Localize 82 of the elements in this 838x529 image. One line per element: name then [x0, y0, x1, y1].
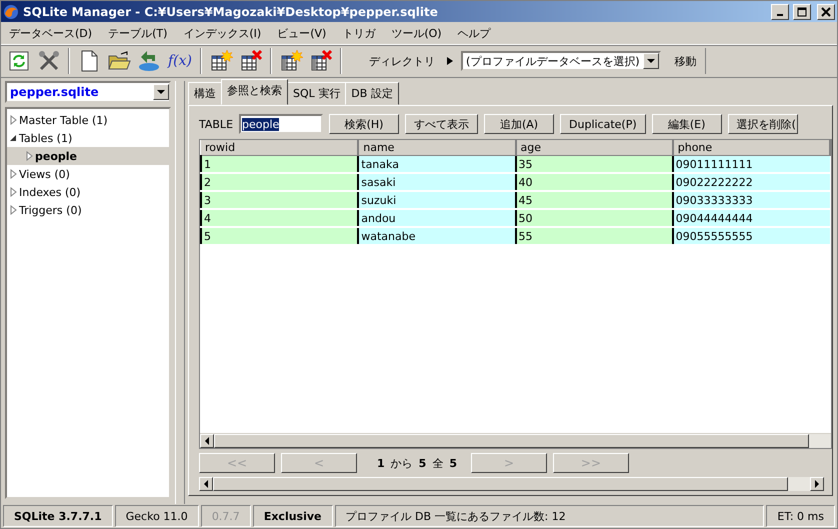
dropdown-arrow-icon[interactable] [157, 90, 165, 94]
table-cell: sasaki [358, 173, 516, 191]
menu-item[interactable]: ヘルプ [450, 26, 499, 40]
page-from: 1 [377, 456, 385, 470]
table-cell: watanabe [358, 227, 516, 245]
page-total-word: 全 [432, 456, 444, 470]
table-cell: tanaka [358, 156, 516, 173]
tab[interactable]: 参照と検索 [221, 79, 288, 105]
menu-item[interactable]: トリガ [334, 26, 384, 40]
status-text: ET: 0 ms [766, 505, 835, 527]
table-cell: suzuki [358, 191, 516, 209]
column-header[interactable]: rowid [201, 140, 358, 156]
tree-item[interactable]: Master Table (1) [7, 111, 169, 129]
action-button[interactable]: 編集(E) [652, 114, 722, 134]
maximize-icon[interactable] [797, 6, 807, 16]
left-arrow-icon[interactable] [204, 480, 208, 488]
column-header[interactable]: age [516, 140, 673, 156]
go-button[interactable]: 移動 [666, 48, 706, 74]
action-button[interactable]: 検索(H) [329, 114, 400, 134]
table-cell: 55 [516, 227, 673, 245]
menu-item[interactable]: インデックス(I) [175, 26, 270, 40]
status-text: Exclusive [252, 505, 332, 527]
table-cell: 40 [516, 173, 673, 191]
action-button[interactable]: 選択を削除( [728, 114, 798, 134]
tree-item[interactable]: Triggers (0) [7, 201, 169, 219]
tree-item[interactable]: people [7, 147, 169, 165]
table-cell: 4 [201, 209, 358, 227]
menu-item[interactable]: ツール(O) [383, 26, 450, 40]
minimize-button[interactable] [771, 4, 789, 20]
function-icon[interactable]: f(x) [165, 53, 196, 69]
expanded-triangle-icon[interactable] [9, 133, 17, 143]
page-from-word: から [390, 456, 413, 470]
maximize-button[interactable] [793, 4, 811, 20]
table-cell: 09022222222 [672, 173, 830, 191]
status-text: 0.7.7 [200, 505, 251, 527]
close-button[interactable] [817, 4, 835, 20]
action-button[interactable]: 追加(A) [484, 114, 554, 134]
tab[interactable]: DB 設定 [345, 82, 399, 105]
right-triangle-icon[interactable] [447, 57, 454, 65]
horizontal-scrollbar[interactable] [199, 476, 824, 491]
database-select[interactable]: pepper.sqlite [5, 81, 171, 103]
table-cell: 09011111111 [672, 156, 830, 173]
close-icon[interactable] [821, 6, 831, 16]
table-cell: 09033333333 [672, 191, 830, 209]
table-cell: 2 [201, 173, 358, 191]
tree-item[interactable]: Views (0) [7, 165, 169, 183]
table-cell: 35 [516, 156, 673, 173]
fox-globe-icon [3, 4, 19, 20]
table-cell: 3 [201, 191, 358, 209]
table-cell: 09055555555 [672, 227, 830, 245]
status-text: Gecko 11.0 [114, 505, 199, 527]
table-field[interactable]: people [239, 114, 324, 134]
table-label: TABLE [199, 118, 234, 130]
table-cell: 45 [516, 191, 673, 209]
table-cell: andou [358, 209, 516, 227]
table-cell: 5 [201, 227, 358, 245]
status-text: SQLite 3.7.7.1 [3, 505, 113, 527]
profile-select[interactable]: (プロファイルデータベースを選択) [461, 51, 661, 71]
right-arrow-icon[interactable] [815, 480, 819, 488]
table-cell: 09044444444 [672, 209, 830, 227]
left-arrow-icon[interactable] [205, 437, 209, 445]
horizontal-scrollbar[interactable] [200, 433, 831, 448]
menu-item[interactable]: ビュー(V) [269, 26, 334, 40]
splitter[interactable] [175, 81, 185, 504]
action-button[interactable]: Duplicate(P) [560, 114, 646, 134]
action-button[interactable]: すべて表示 [405, 114, 478, 134]
tab[interactable]: 構造 [188, 82, 222, 105]
directory-label: ディレクトリ [368, 54, 436, 68]
tree-item[interactable]: Tables (1) [7, 129, 169, 147]
window-title: SQLite Manager - C:¥Users¥Magozaki¥Desktop¥pepper.sqlite [23, 4, 439, 18]
column-header[interactable]: name [358, 140, 516, 156]
dropdown-arrow-icon[interactable] [646, 59, 655, 63]
status-message: プロファイル DB 一覧にあるファイル数: 12 [334, 505, 764, 527]
page-to: 5 [418, 456, 426, 470]
collapsed-triangle-icon[interactable] [9, 115, 17, 125]
menu-item[interactable]: データベース(D) [1, 26, 100, 40]
menu-item[interactable]: テーブル(T) [100, 26, 176, 40]
table-cell: 50 [516, 209, 673, 227]
column-header[interactable]: phone [672, 140, 830, 156]
table-cell: 1 [201, 156, 358, 173]
page-total: 5 [449, 456, 457, 470]
tree-item[interactable]: Indexes (0) [7, 183, 169, 201]
